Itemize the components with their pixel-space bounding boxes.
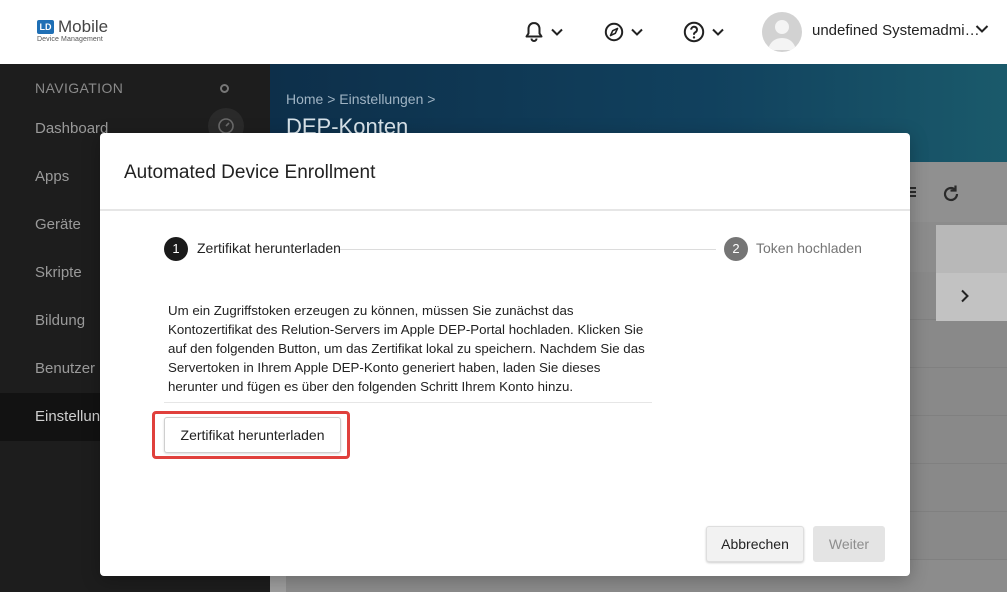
bell-icon [525,22,543,42]
user-silhouette-icon [768,20,796,50]
breadcrumb[interactable]: Home > Einstellungen > [286,91,435,107]
chevron-down-icon[interactable] [975,24,989,34]
cancel-button[interactable]: Abbrechen [706,526,804,562]
stepper-connector [340,249,716,250]
navigation-heading: NAVIGATION [35,80,124,96]
help-icon [683,21,705,43]
row-expand-button[interactable] [936,273,1007,321]
app-logo[interactable]: LD Mobile Device Management [37,17,127,48]
chevron-down-icon [631,28,643,36]
refresh-icon[interactable] [941,184,961,204]
ade-dialog: Automated Device Enrollment 1 Zertifikat… [100,133,910,576]
chevron-down-icon [551,28,563,36]
row-action-placeholder[interactable] [936,225,1007,273]
step-2-number: 2 [724,237,748,261]
download-certificate-button[interactable]: Zertifikat herunterladen [164,417,341,453]
chevron-right-icon [961,289,969,303]
avatar[interactable] [762,12,802,52]
step-1-label: Zertifikat herunterladen [197,240,341,256]
logo-subtitle: Device Management [37,36,103,43]
top-bar: LD Mobile Device Management undefined Sy… [0,0,1007,64]
instructions-text: Um ein Zugriffstoken erzeugen zu können,… [168,303,645,394]
notifications-menu[interactable] [524,18,563,46]
compass-icon [604,22,624,42]
user-name[interactable]: undefined Systemadmi… [812,22,980,39]
dialog-divider [100,209,910,211]
logo-mark: LD [37,20,54,34]
instructions-divider [164,402,652,403]
logo-title: Mobile [58,17,109,36]
pin-icon[interactable] [220,84,229,93]
dialog-title: Automated Device Enrollment [124,162,376,183]
next-button[interactable]: Weiter [813,526,885,562]
help-menu[interactable] [683,18,724,46]
stepper: 1 Zertifikat herunterladen 2 Token hochl… [164,237,864,261]
explore-menu[interactable] [604,18,643,46]
step-1-number: 1 [164,237,188,261]
chevron-down-icon [712,28,724,36]
step-2-label: Token hochladen [756,240,862,256]
